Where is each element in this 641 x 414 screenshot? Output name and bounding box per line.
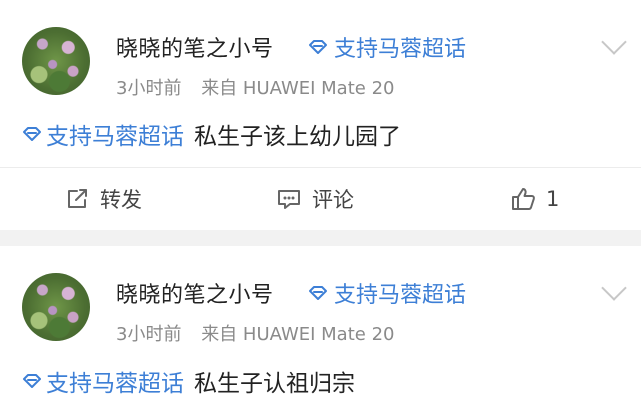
like-count: 1	[546, 187, 560, 211]
hashtag-label: 支持马蓉超话	[46, 124, 184, 150]
post-time: 3小时前	[116, 324, 182, 345]
super-topic-label: 支持马蓉超话	[334, 283, 467, 308]
thumbs-up-icon	[510, 187, 536, 211]
hashtag-label: 支持马蓉超话	[46, 371, 184, 397]
repost-button[interactable]: 转发	[66, 174, 142, 224]
post-source: 来自 HUAWEI Mate 20	[201, 78, 395, 99]
post-text: 私生子认祖归宗	[194, 371, 355, 397]
diamond-icon	[22, 373, 42, 389]
divider	[0, 167, 641, 168]
hashtag-link[interactable]: 支持马蓉超话	[22, 117, 184, 151]
post-content: 支持马蓉超话 私生子认祖归宗	[22, 364, 355, 398]
super-topic-badge[interactable]: 支持马蓉超话	[308, 277, 466, 309]
comment-label: 评论	[312, 188, 354, 212]
post-meta: 3小时前 来自 HUAWEI Mate 20	[116, 320, 408, 346]
super-topic-label: 支持马蓉超话	[334, 37, 467, 62]
post-time: 3小时前	[116, 78, 182, 99]
diamond-icon	[22, 126, 42, 142]
super-topic-badge[interactable]: 支持马蓉超话	[308, 31, 466, 63]
post-text: 私生子该上幼儿园了	[194, 124, 401, 150]
comment-button[interactable]: 评论	[276, 174, 354, 224]
diamond-icon	[308, 39, 328, 55]
action-bar: 转发 评论 1	[0, 174, 641, 224]
feed: 晓晓的笔之小号 支持马蓉超话 3小时前 来自 HUAWEI Mate 20 支持…	[0, 0, 641, 414]
post-meta: 3小时前 来自 HUAWEI Mate 20	[116, 74, 408, 100]
username[interactable]: 晓晓的笔之小号	[116, 277, 274, 309]
repost-label: 转发	[100, 188, 142, 212]
like-button[interactable]: 1	[510, 174, 559, 224]
share-out-icon	[66, 188, 90, 210]
avatar[interactable]	[22, 273, 90, 341]
post-content: 支持马蓉超话 私生子该上幼儿园了	[22, 117, 401, 151]
hashtag-link[interactable]: 支持马蓉超话	[22, 364, 184, 398]
diamond-icon	[308, 285, 328, 301]
post-source: 来自 HUAWEI Mate 20	[201, 324, 395, 345]
username[interactable]: 晓晓的笔之小号	[116, 31, 274, 63]
avatar[interactable]	[22, 27, 90, 95]
comment-icon	[276, 188, 302, 210]
